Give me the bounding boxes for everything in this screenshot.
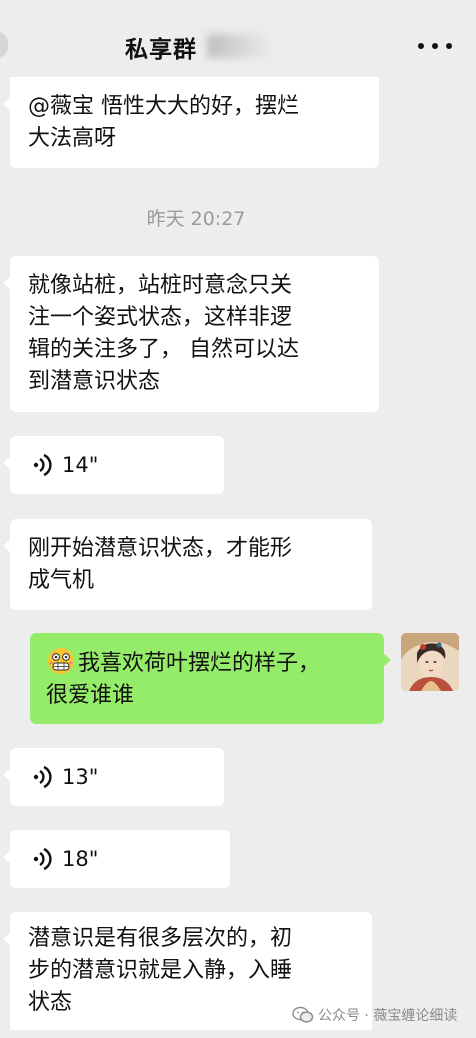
message-bubble[interactable]: 就像站桩，站桩时意念只关 注一个姿式状态，这样非逻 辑的关注多了， 自然可以达 … [3, 256, 379, 412]
avatar-portrait-image [401, 633, 459, 691]
message-text-wrap: 我喜欢荷叶摆烂的样子， 很爱谁谁 [46, 646, 320, 712]
watermark-text: 公众号 · 薇宝缠论细读 [318, 1008, 458, 1024]
message-text: 我喜欢荷叶摆烂的样子， 很爱谁谁 [46, 650, 321, 708]
message-timestamp: 昨天 20:27 [146, 208, 246, 230]
voice-duration: 14" [62, 453, 99, 477]
message-bubble[interactable]: @薇宝 悟性大大的好，摆烂 大法高呀 [3, 77, 379, 168]
chat-title: 私享群 [125, 37, 197, 63]
back-icon[interactable] [0, 32, 8, 58]
voice-message-bubble[interactable]: 13" [3, 748, 224, 806]
voice-wave-icon [33, 453, 52, 477]
message-bubble[interactable]: 刚开始潜意识状态，才能形 成气机 [3, 519, 372, 610]
blurred-title-suffix [207, 34, 273, 58]
message-text: 潜意识是有很多层次的，初 步的潜意识就是入静，入睡 状态 [28, 926, 293, 1015]
message-text: 就像站桩，站桩时意念只关 注一个姿式状态，这样非逻 辑的关注多了， 自然可以达 … [28, 273, 299, 394]
message-text: 刚开始潜意识状态，才能形 成气机 [28, 535, 293, 593]
watermark: 公众号 · 薇宝缠论细读 [292, 1005, 457, 1025]
grimacing-face-emoji [48, 647, 74, 674]
voice-wave-icon [33, 765, 52, 789]
outgoing-message-bubble[interactable]: 我喜欢荷叶摆烂的样子， 很爱谁谁 [30, 633, 391, 724]
voice-duration: 13" [62, 765, 99, 789]
chat-header: 私享群 [0, 0, 476, 80]
voice-message-bubble[interactable]: 18" [3, 830, 230, 888]
message-text: @薇宝 悟性大大的好，摆烂 大法高呀 [28, 93, 299, 151]
more-dots-icon[interactable] [418, 36, 452, 56]
voice-message-bubble[interactable]: 14" [3, 436, 224, 494]
voice-wave-icon [33, 847, 52, 871]
user-avatar[interactable] [401, 633, 459, 691]
wechat-official-account-icon [292, 1006, 314, 1023]
voice-duration: 18" [62, 847, 99, 871]
